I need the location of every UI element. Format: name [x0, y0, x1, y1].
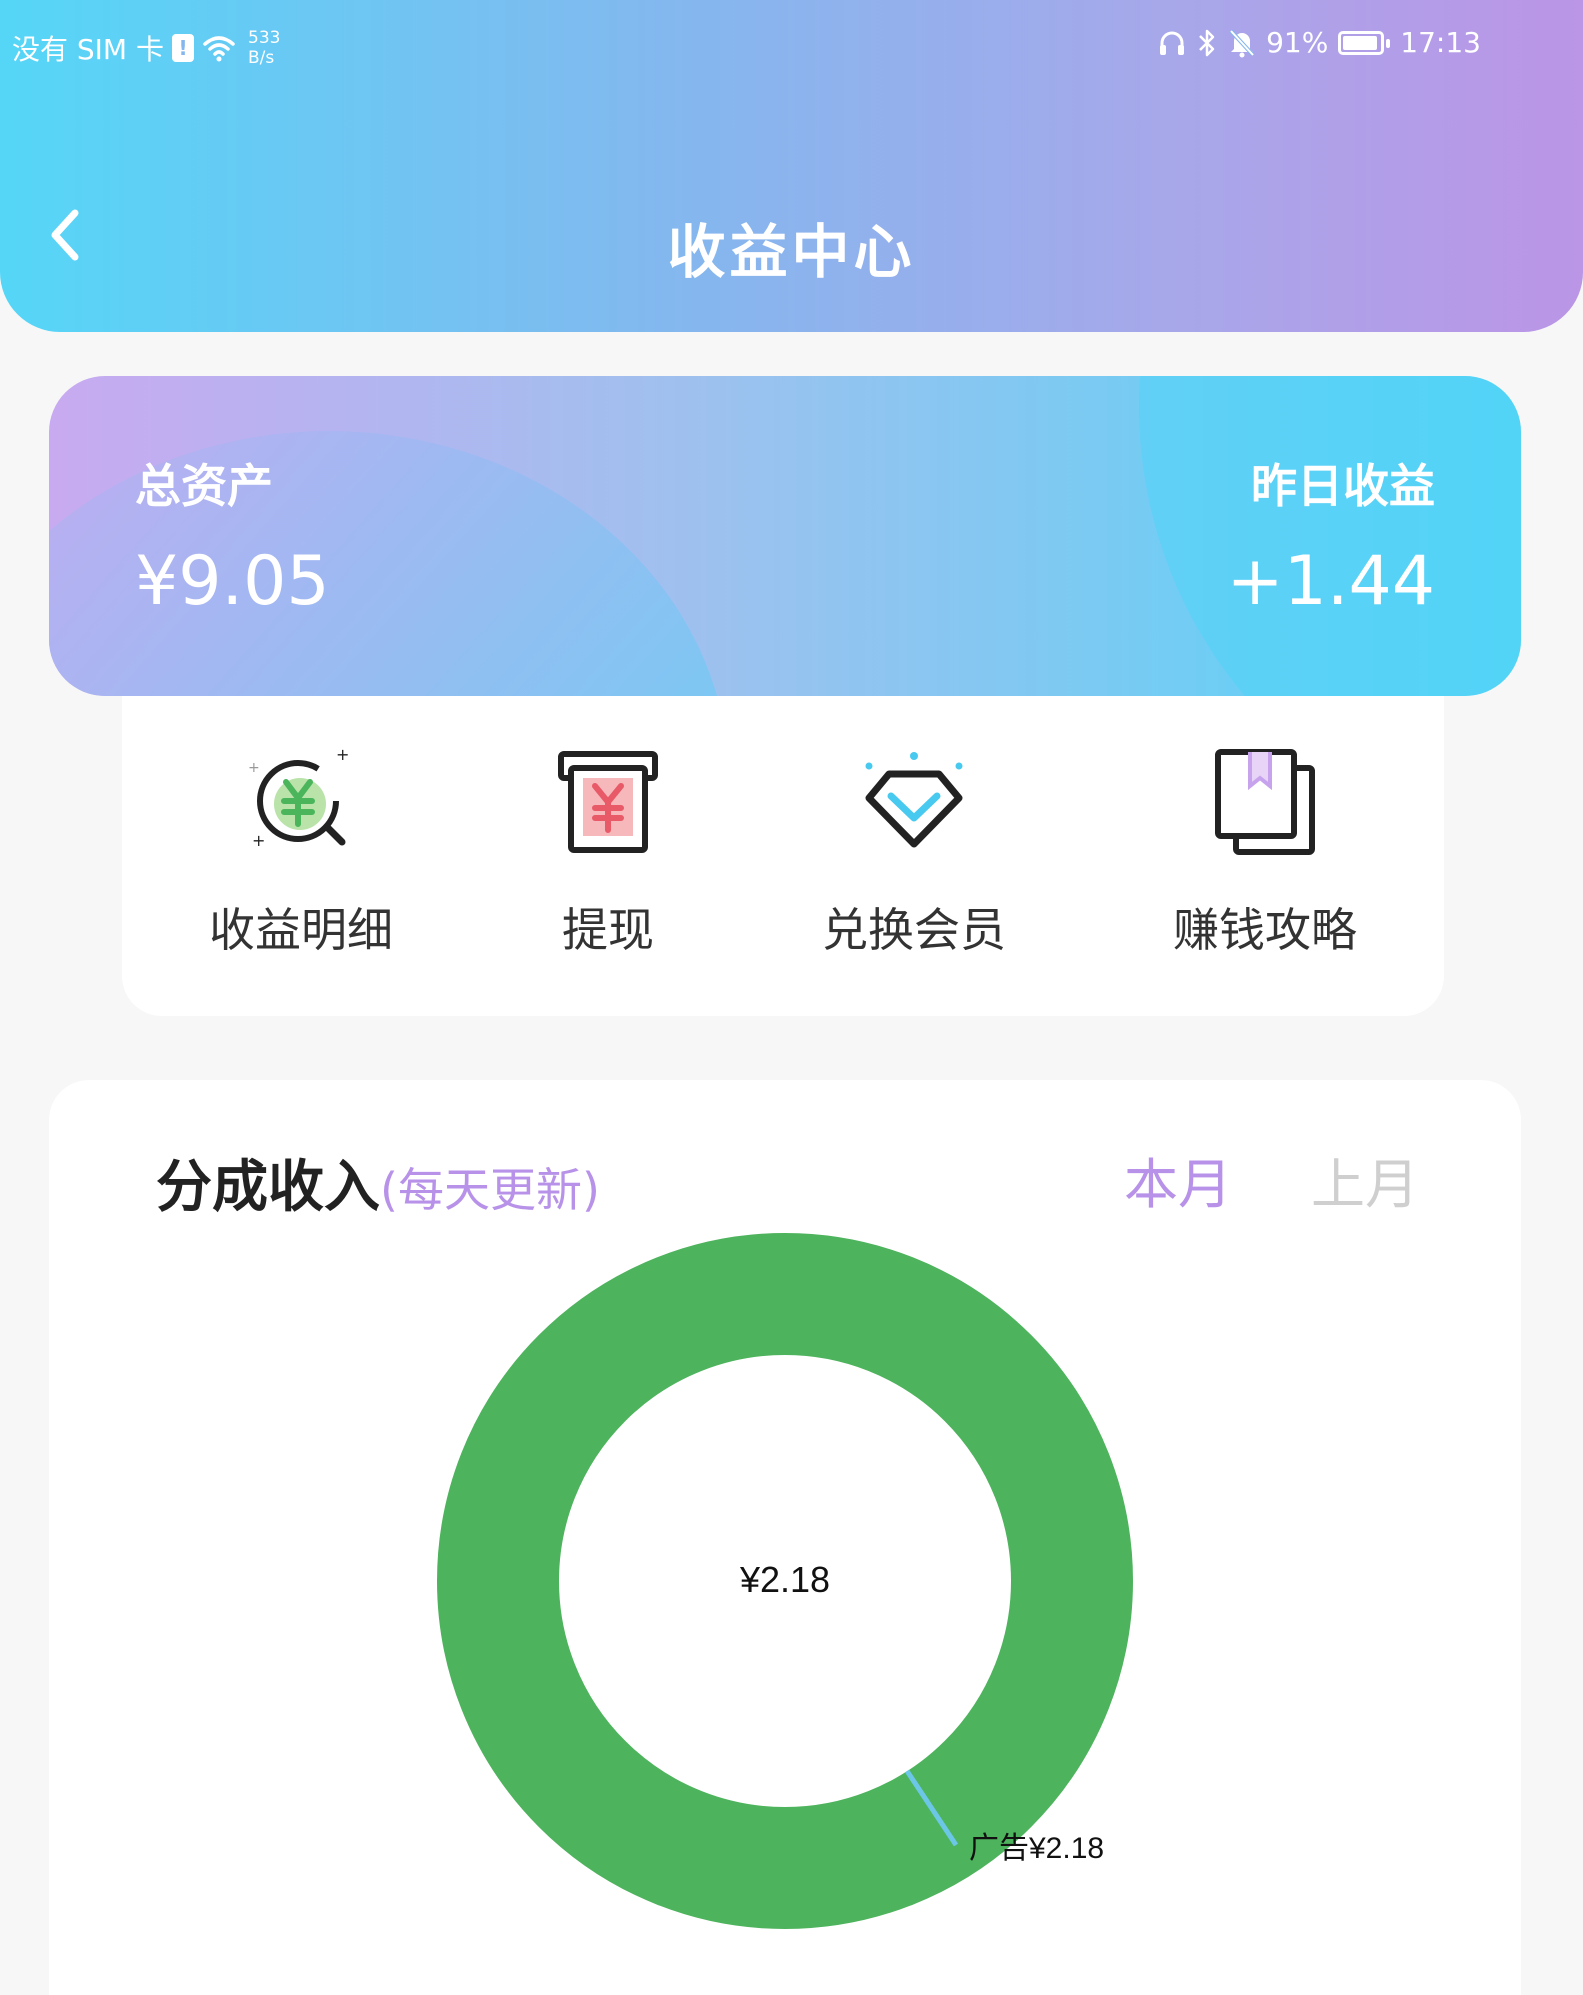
yesterday-earnings-value: +1.44 — [1226, 542, 1435, 621]
net-speed: 533 B/s — [248, 28, 280, 68]
headphones-icon — [1160, 31, 1185, 55]
asset-card: 总资产 ¥9.05 昨日收益 +1.44 — [49, 376, 1521, 696]
net-speed-unit: B/s — [248, 48, 275, 68]
action-label: 兑换会员 — [822, 903, 1006, 957]
mute-bell-icon — [1229, 29, 1255, 57]
total-assets-value: ¥9.05 — [135, 542, 330, 621]
action-earnings-detail[interactable]: + + + 收益明细 — [171, 746, 431, 960]
status-bar: 没有 SIM 卡 ! 533 B/s 91% 17:13 — [0, 0, 1583, 90]
actions-card: + + + 收益明细 提现 兑换会员 赚钱攻略 — [122, 696, 1444, 1016]
action-label: 赚钱攻略 — [1173, 903, 1357, 957]
page-title: 收益中心 — [667, 218, 916, 286]
action-redeem-membership[interactable]: 兑换会员 — [784, 746, 1044, 960]
action-label: 提现 — [562, 903, 654, 957]
wifi-icon — [203, 36, 235, 62]
clock-time: 17:13 — [1400, 26, 1481, 59]
svg-text:+: + — [248, 760, 260, 776]
action-withdraw[interactable]: 提现 — [478, 746, 738, 960]
card-decoration — [1139, 376, 1521, 696]
action-label: 收益明细 — [209, 903, 393, 957]
bluetooth-icon — [1199, 29, 1215, 56]
svg-text:+: + — [336, 746, 349, 764]
header-bar: 没有 SIM 卡 ! 533 B/s 91% 17:13 收益中心 — [0, 0, 1583, 332]
income-donut-chart: ¥2.18 广告¥2.18 — [437, 1233, 1133, 1929]
carrier-text: 没有 SIM 卡 — [12, 33, 164, 66]
battery-icon — [1338, 30, 1391, 55]
slice-label: 广告¥2.18 — [969, 1832, 1104, 1865]
battery-percent: 91% — [1266, 26, 1329, 59]
yesterday-earnings-label: 昨日收益 — [1251, 459, 1435, 513]
sim-alert-icon: ! — [172, 34, 194, 62]
withdraw-icon — [558, 751, 658, 853]
svg-text:+: + — [252, 831, 265, 850]
total-assets-label: 总资产 — [135, 459, 273, 513]
guide-book-icon — [1215, 749, 1315, 855]
earnings-detail-icon: + + + — [248, 746, 349, 850]
income-card: 分成收入(每天更新) 本月 上月 ¥2.18 广告¥2.18 — [49, 1080, 1521, 1995]
net-speed-value: 533 — [248, 28, 281, 48]
diamond-icon — [865, 752, 963, 848]
status-left: 没有 SIM 卡 ! 533 B/s — [12, 28, 280, 68]
donut-center-label: ¥2.18 — [739, 1559, 830, 1600]
action-earning-guide[interactable]: 赚钱攻略 — [1135, 746, 1395, 960]
status-right: 91% 17:13 — [1158, 26, 1481, 59]
